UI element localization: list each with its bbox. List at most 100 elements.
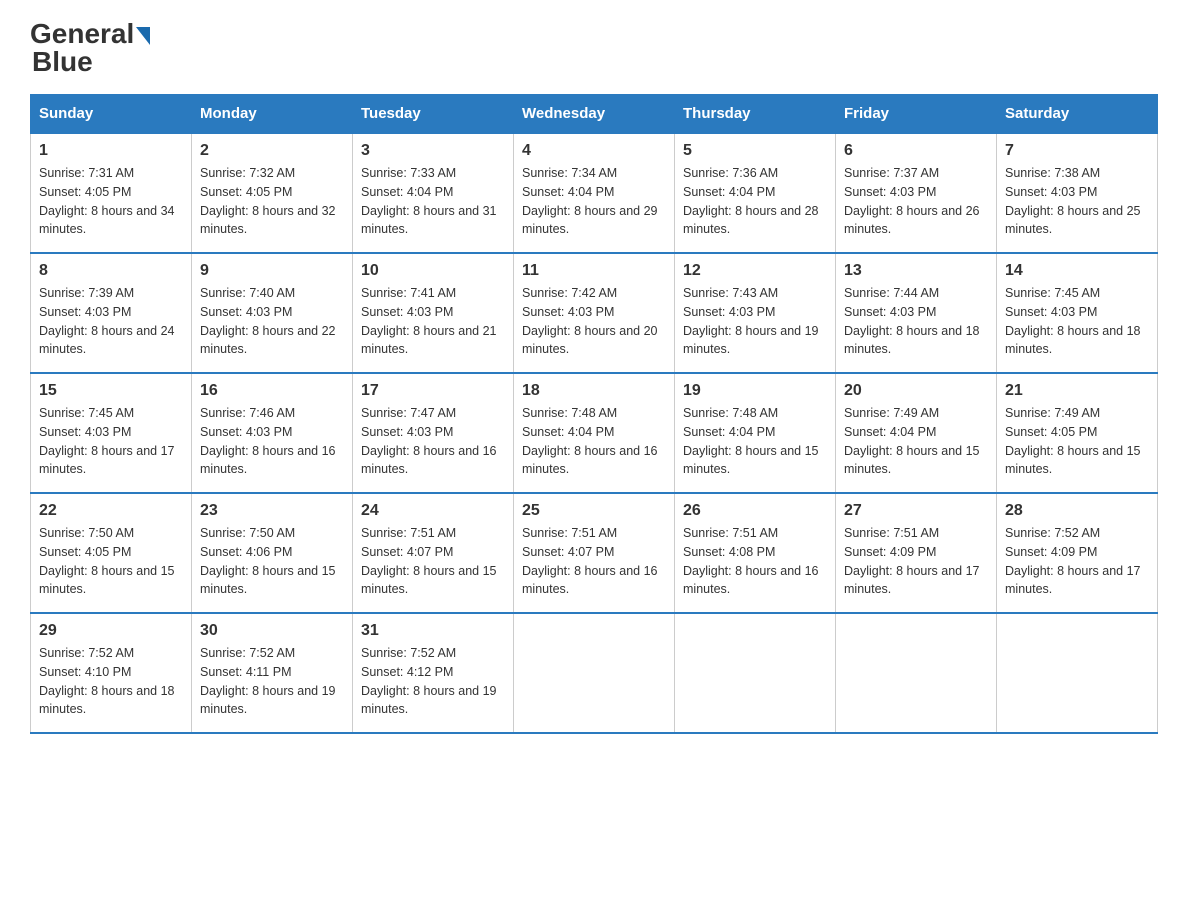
day-info: Sunrise: 7:52 AMSunset: 4:10 PMDaylight:… xyxy=(39,646,175,716)
calendar-body: 1 Sunrise: 7:31 AMSunset: 4:05 PMDayligh… xyxy=(31,133,1158,733)
day-number: 3 xyxy=(361,142,505,160)
calendar-cell xyxy=(514,613,675,733)
weekday-header-tuesday: Tuesday xyxy=(353,95,514,134)
day-info: Sunrise: 7:50 AMSunset: 4:05 PMDaylight:… xyxy=(39,526,175,596)
day-info: Sunrise: 7:44 AMSunset: 4:03 PMDaylight:… xyxy=(844,286,980,356)
day-number: 26 xyxy=(683,502,827,520)
calendar-cell: 8 Sunrise: 7:39 AMSunset: 4:03 PMDayligh… xyxy=(31,253,192,373)
calendar-cell: 9 Sunrise: 7:40 AMSunset: 4:03 PMDayligh… xyxy=(192,253,353,373)
day-info: Sunrise: 7:46 AMSunset: 4:03 PMDaylight:… xyxy=(200,406,336,476)
day-number: 31 xyxy=(361,622,505,640)
calendar-cell: 20 Sunrise: 7:49 AMSunset: 4:04 PMDaylig… xyxy=(836,373,997,493)
day-info: Sunrise: 7:47 AMSunset: 4:03 PMDaylight:… xyxy=(361,406,497,476)
day-number: 6 xyxy=(844,142,988,160)
day-info: Sunrise: 7:51 AMSunset: 4:07 PMDaylight:… xyxy=(361,526,497,596)
day-number: 18 xyxy=(522,382,666,400)
calendar-table: SundayMondayTuesdayWednesdayThursdayFrid… xyxy=(30,94,1158,734)
calendar-cell: 29 Sunrise: 7:52 AMSunset: 4:10 PMDaylig… xyxy=(31,613,192,733)
day-info: Sunrise: 7:41 AMSunset: 4:03 PMDaylight:… xyxy=(361,286,497,356)
calendar-cell: 26 Sunrise: 7:51 AMSunset: 4:08 PMDaylig… xyxy=(675,493,836,613)
day-info: Sunrise: 7:45 AMSunset: 4:03 PMDaylight:… xyxy=(39,406,175,476)
calendar-cell: 30 Sunrise: 7:52 AMSunset: 4:11 PMDaylig… xyxy=(192,613,353,733)
calendar-cell: 5 Sunrise: 7:36 AMSunset: 4:04 PMDayligh… xyxy=(675,133,836,253)
calendar-cell: 19 Sunrise: 7:48 AMSunset: 4:04 PMDaylig… xyxy=(675,373,836,493)
day-number: 5 xyxy=(683,142,827,160)
calendar-week-row: 29 Sunrise: 7:52 AMSunset: 4:10 PMDaylig… xyxy=(31,613,1158,733)
calendar-week-row: 15 Sunrise: 7:45 AMSunset: 4:03 PMDaylig… xyxy=(31,373,1158,493)
day-info: Sunrise: 7:33 AMSunset: 4:04 PMDaylight:… xyxy=(361,166,497,236)
calendar-header: SundayMondayTuesdayWednesdayThursdayFrid… xyxy=(31,95,1158,134)
calendar-cell: 18 Sunrise: 7:48 AMSunset: 4:04 PMDaylig… xyxy=(514,373,675,493)
day-number: 22 xyxy=(39,502,183,520)
day-info: Sunrise: 7:42 AMSunset: 4:03 PMDaylight:… xyxy=(522,286,658,356)
day-number: 27 xyxy=(844,502,988,520)
day-number: 14 xyxy=(1005,262,1149,280)
page-header: General Blue xyxy=(30,20,1158,76)
calendar-cell: 15 Sunrise: 7:45 AMSunset: 4:03 PMDaylig… xyxy=(31,373,192,493)
day-info: Sunrise: 7:31 AMSunset: 4:05 PMDaylight:… xyxy=(39,166,175,236)
weekday-header-wednesday: Wednesday xyxy=(514,95,675,134)
calendar-cell xyxy=(836,613,997,733)
calendar-cell: 2 Sunrise: 7:32 AMSunset: 4:05 PMDayligh… xyxy=(192,133,353,253)
day-info: Sunrise: 7:48 AMSunset: 4:04 PMDaylight:… xyxy=(683,406,819,476)
day-info: Sunrise: 7:32 AMSunset: 4:05 PMDaylight:… xyxy=(200,166,336,236)
calendar-cell: 6 Sunrise: 7:37 AMSunset: 4:03 PMDayligh… xyxy=(836,133,997,253)
day-number: 10 xyxy=(361,262,505,280)
calendar-cell: 16 Sunrise: 7:46 AMSunset: 4:03 PMDaylig… xyxy=(192,373,353,493)
weekday-header-monday: Monday xyxy=(192,95,353,134)
calendar-cell: 17 Sunrise: 7:47 AMSunset: 4:03 PMDaylig… xyxy=(353,373,514,493)
calendar-cell: 22 Sunrise: 7:50 AMSunset: 4:05 PMDaylig… xyxy=(31,493,192,613)
day-info: Sunrise: 7:40 AMSunset: 4:03 PMDaylight:… xyxy=(200,286,336,356)
day-number: 20 xyxy=(844,382,988,400)
day-info: Sunrise: 7:49 AMSunset: 4:05 PMDaylight:… xyxy=(1005,406,1141,476)
day-number: 4 xyxy=(522,142,666,160)
weekday-header-thursday: Thursday xyxy=(675,95,836,134)
calendar-cell: 4 Sunrise: 7:34 AMSunset: 4:04 PMDayligh… xyxy=(514,133,675,253)
day-number: 24 xyxy=(361,502,505,520)
day-info: Sunrise: 7:37 AMSunset: 4:03 PMDaylight:… xyxy=(844,166,980,236)
calendar-cell: 14 Sunrise: 7:45 AMSunset: 4:03 PMDaylig… xyxy=(997,253,1158,373)
day-number: 17 xyxy=(361,382,505,400)
calendar-cell: 7 Sunrise: 7:38 AMSunset: 4:03 PMDayligh… xyxy=(997,133,1158,253)
day-info: Sunrise: 7:51 AMSunset: 4:09 PMDaylight:… xyxy=(844,526,980,596)
day-info: Sunrise: 7:45 AMSunset: 4:03 PMDaylight:… xyxy=(1005,286,1141,356)
day-number: 12 xyxy=(683,262,827,280)
day-info: Sunrise: 7:52 AMSunset: 4:11 PMDaylight:… xyxy=(200,646,336,716)
day-number: 11 xyxy=(522,262,666,280)
day-info: Sunrise: 7:39 AMSunset: 4:03 PMDaylight:… xyxy=(39,286,175,356)
calendar-cell: 12 Sunrise: 7:43 AMSunset: 4:03 PMDaylig… xyxy=(675,253,836,373)
calendar-cell xyxy=(675,613,836,733)
day-number: 23 xyxy=(200,502,344,520)
day-number: 8 xyxy=(39,262,183,280)
day-info: Sunrise: 7:50 AMSunset: 4:06 PMDaylight:… xyxy=(200,526,336,596)
day-info: Sunrise: 7:51 AMSunset: 4:08 PMDaylight:… xyxy=(683,526,819,596)
day-info: Sunrise: 7:49 AMSunset: 4:04 PMDaylight:… xyxy=(844,406,980,476)
weekday-header-friday: Friday xyxy=(836,95,997,134)
day-number: 1 xyxy=(39,142,183,160)
logo[interactable]: General Blue xyxy=(30,20,150,76)
calendar-cell: 28 Sunrise: 7:52 AMSunset: 4:09 PMDaylig… xyxy=(997,493,1158,613)
day-number: 2 xyxy=(200,142,344,160)
calendar-cell: 31 Sunrise: 7:52 AMSunset: 4:12 PMDaylig… xyxy=(353,613,514,733)
logo-triangle-icon xyxy=(136,27,150,45)
day-number: 30 xyxy=(200,622,344,640)
day-number: 13 xyxy=(844,262,988,280)
day-info: Sunrise: 7:52 AMSunset: 4:09 PMDaylight:… xyxy=(1005,526,1141,596)
calendar-cell: 25 Sunrise: 7:51 AMSunset: 4:07 PMDaylig… xyxy=(514,493,675,613)
calendar-week-row: 8 Sunrise: 7:39 AMSunset: 4:03 PMDayligh… xyxy=(31,253,1158,373)
calendar-cell: 11 Sunrise: 7:42 AMSunset: 4:03 PMDaylig… xyxy=(514,253,675,373)
day-info: Sunrise: 7:38 AMSunset: 4:03 PMDaylight:… xyxy=(1005,166,1141,236)
calendar-cell: 23 Sunrise: 7:50 AMSunset: 4:06 PMDaylig… xyxy=(192,493,353,613)
day-number: 15 xyxy=(39,382,183,400)
day-number: 7 xyxy=(1005,142,1149,160)
day-info: Sunrise: 7:51 AMSunset: 4:07 PMDaylight:… xyxy=(522,526,658,596)
day-number: 28 xyxy=(1005,502,1149,520)
calendar-cell xyxy=(997,613,1158,733)
logo-general: General xyxy=(30,20,134,48)
day-info: Sunrise: 7:52 AMSunset: 4:12 PMDaylight:… xyxy=(361,646,497,716)
calendar-cell: 3 Sunrise: 7:33 AMSunset: 4:04 PMDayligh… xyxy=(353,133,514,253)
calendar-cell: 13 Sunrise: 7:44 AMSunset: 4:03 PMDaylig… xyxy=(836,253,997,373)
calendar-week-row: 22 Sunrise: 7:50 AMSunset: 4:05 PMDaylig… xyxy=(31,493,1158,613)
calendar-cell: 24 Sunrise: 7:51 AMSunset: 4:07 PMDaylig… xyxy=(353,493,514,613)
calendar-cell: 1 Sunrise: 7:31 AMSunset: 4:05 PMDayligh… xyxy=(31,133,192,253)
